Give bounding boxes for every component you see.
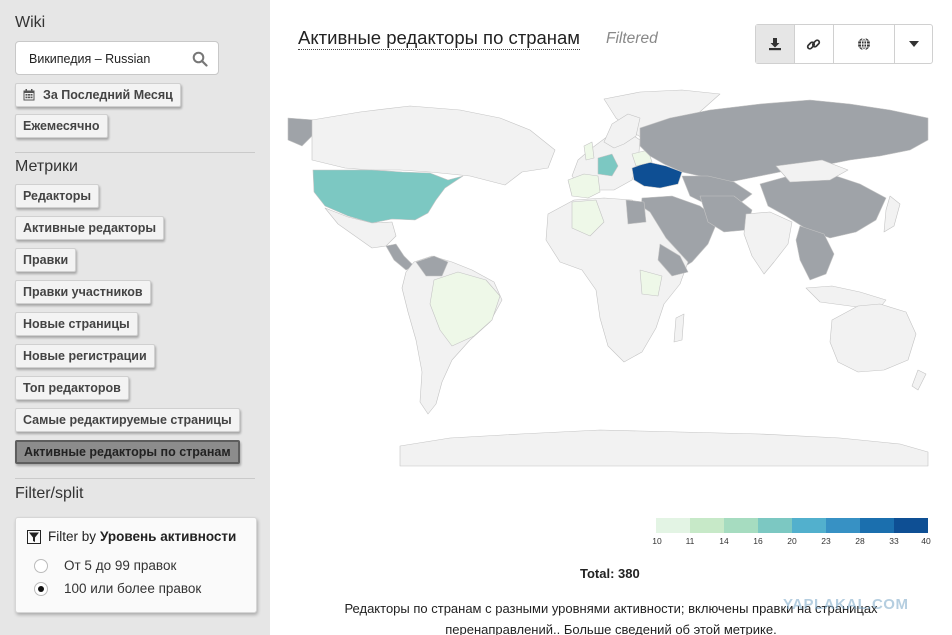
filter-option[interactable]: От 5 до 99 правок <box>34 558 176 573</box>
legend-swatch <box>792 518 826 533</box>
map-uk[interactable] <box>583 141 595 161</box>
legend-tick: 11 <box>685 536 695 546</box>
metric-most-edited-pages[interactable]: Самые редактируемые страницы <box>15 408 240 432</box>
map-central-america[interactable] <box>385 243 415 271</box>
legend-tick: 14 <box>719 536 729 546</box>
map-western-europe[interactable] <box>567 173 601 199</box>
legend-tick: 33 <box>889 536 899 546</box>
page-title[interactable]: Активные редакторы по странам <box>298 27 581 50</box>
view-dropdown-button[interactable] <box>895 25 932 63</box>
legend-tick: 23 <box>821 536 831 546</box>
metric-edits[interactable]: Правки <box>15 248 77 272</box>
map-new-zealand[interactable] <box>911 369 927 391</box>
download-button[interactable] <box>756 25 795 63</box>
legend-swatch <box>758 518 792 533</box>
watermark: YAPLAKAL.COM <box>783 596 909 613</box>
legend-tick: 16 <box>753 536 763 546</box>
legend-tick: 40 <box>921 536 931 546</box>
metric-top-editors[interactable]: Топ редакторов <box>15 376 129 400</box>
map-japan[interactable] <box>883 195 901 233</box>
wiki-section-title: Wiki <box>15 14 46 31</box>
metric-active-editors-by-country[interactable]: Активные редакторы по странам <box>15 440 240 464</box>
filter-header[interactable]: Filter by Уровень активности <box>27 529 236 544</box>
legend-tick: 28 <box>855 536 865 546</box>
metrics-section-title: Метрики <box>15 158 78 175</box>
metric-active-editors[interactable]: Активные редакторы <box>15 216 165 240</box>
legend-swatch <box>656 518 690 533</box>
description-suffix: . <box>773 622 777 635</box>
filter-section-title: Filter/split <box>15 485 84 502</box>
legend-swatch <box>860 518 894 533</box>
filter-panel: Filter by Уровень активности От 5 до 99 … <box>15 517 257 613</box>
metric-new-pages[interactable]: Новые страницы <box>15 312 138 336</box>
metric-editors[interactable]: Редакторы <box>15 184 100 208</box>
chart-toolbar <box>755 24 933 64</box>
map-alaska[interactable] <box>287 117 316 147</box>
map-madagascar[interactable] <box>673 313 685 343</box>
sidebar: Wiki Википедия – Russian За Последний Ме… <box>0 0 270 635</box>
map-view-button[interactable] <box>834 25 896 63</box>
map-india[interactable] <box>743 211 793 275</box>
map-egypt[interactable] <box>625 199 647 225</box>
filter-field: Уровень активности <box>100 529 237 544</box>
map-australia[interactable] <box>829 303 917 373</box>
more-info-link[interactable]: Больше сведений об этой метрике <box>563 622 774 635</box>
funnel-icon <box>27 529 41 544</box>
calendar-icon <box>23 89 35 101</box>
legend-swatch <box>724 518 758 533</box>
wiki-search-value: Википедия – Russian <box>29 52 151 66</box>
filter-option-label: От 5 до 99 правок <box>64 558 177 573</box>
map-antarctica[interactable] <box>399 429 929 467</box>
caret-down-icon <box>908 41 919 47</box>
sidebar-divider <box>15 152 255 153</box>
filter-option[interactable]: 100 или более правок <box>34 581 201 596</box>
total-count: Total: 380 <box>580 566 640 581</box>
search-icon[interactable] <box>192 51 208 67</box>
filtered-badge: Filtered <box>606 30 658 47</box>
world-map <box>287 89 929 467</box>
download-icon <box>768 38 781 51</box>
link-icon <box>807 38 821 50</box>
metric-new-registrations[interactable]: Новые регистрации <box>15 344 155 368</box>
legend-tick: 10 <box>652 536 662 546</box>
legend-swatch <box>690 518 724 533</box>
legend-swatch <box>826 518 860 533</box>
filter-prefix: Filter by <box>48 529 97 544</box>
legend-swatch <box>894 518 928 533</box>
radio-button-selected[interactable] <box>34 581 48 596</box>
granularity-button[interactable]: Ежемесячно <box>15 114 108 138</box>
legend-tick: 20 <box>787 536 797 546</box>
period-button[interactable]: За Последний Месяц <box>15 83 181 107</box>
radio-button[interactable] <box>34 558 48 573</box>
filter-option-label: 100 или более правок <box>64 581 202 596</box>
sidebar-divider <box>15 478 255 479</box>
metric-user-edits[interactable]: Правки участников <box>15 280 151 304</box>
link-button[interactable] <box>795 25 834 63</box>
wiki-search-input[interactable]: Википедия – Russian <box>15 41 219 75</box>
period-button-label: За Последний Месяц <box>43 88 173 102</box>
globe-icon <box>857 37 870 51</box>
